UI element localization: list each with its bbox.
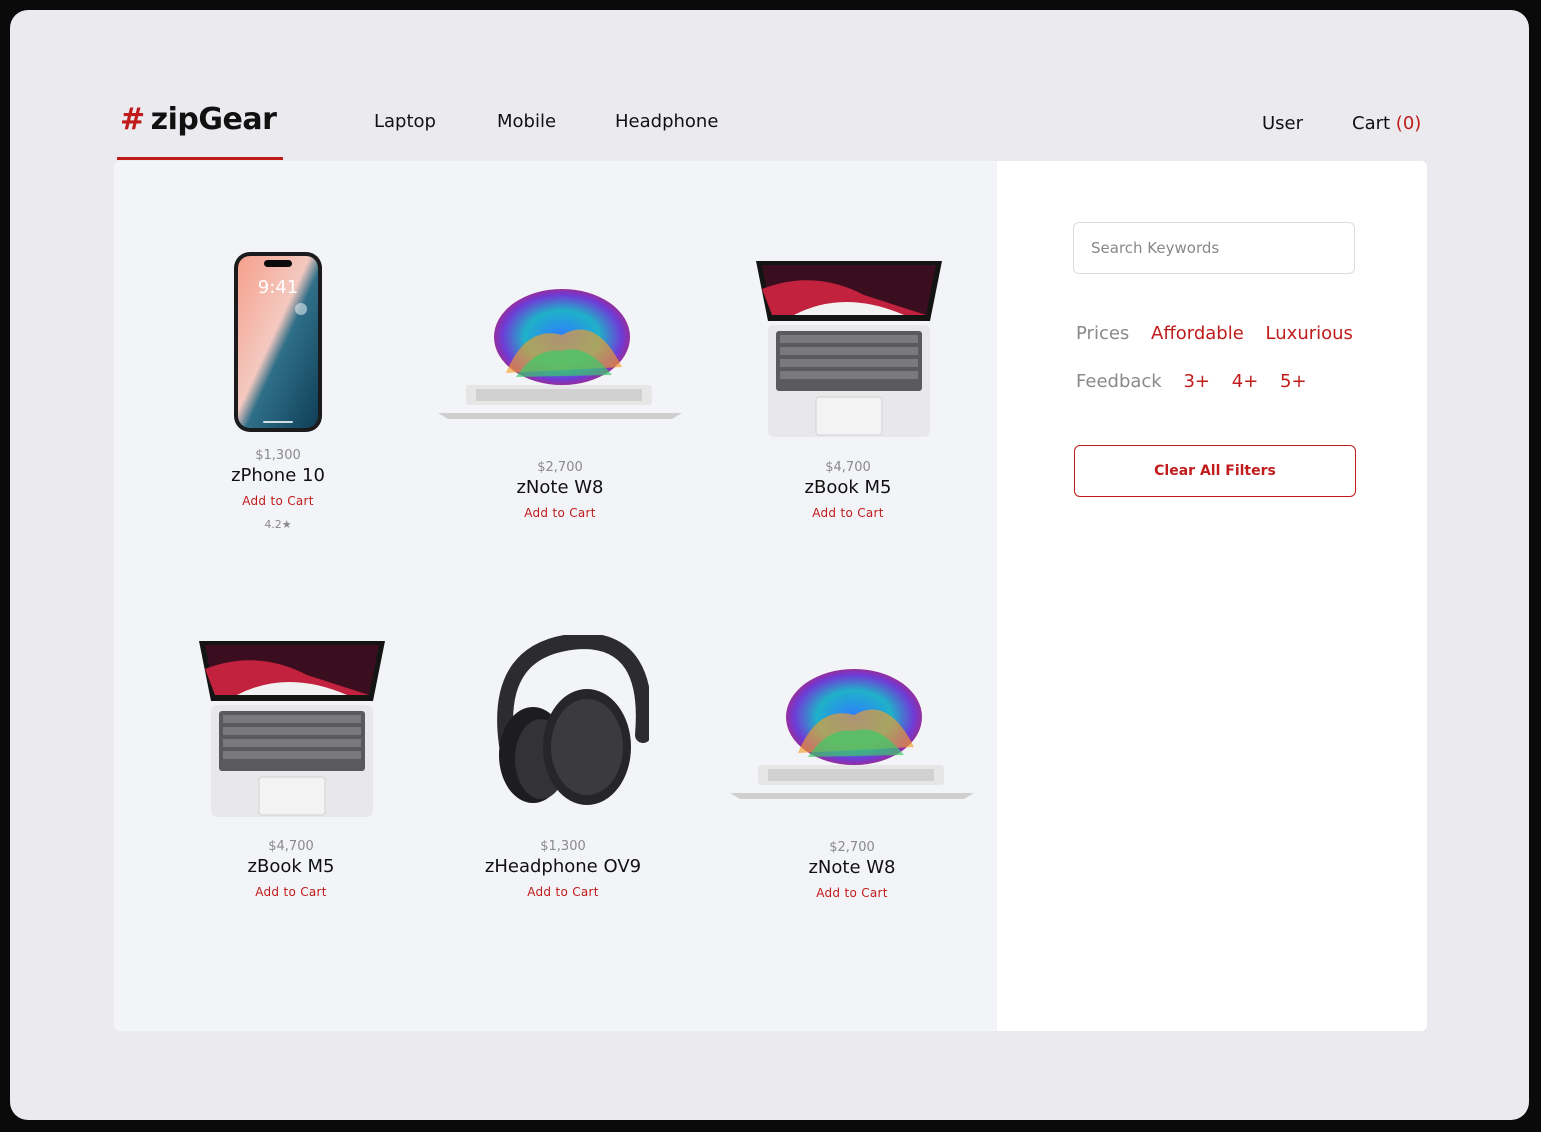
product-name: zPhone 10 xyxy=(231,465,325,486)
app-window: # zipGear Laptop Mobile Headphone User Ca… xyxy=(10,10,1529,1120)
search-input[interactable] xyxy=(1073,222,1355,274)
product-card[interactable]: 9:41 $1,300 zPhone 10 Add to Cart 4.2★ xyxy=(148,241,408,571)
svg-text:9:41: 9:41 xyxy=(258,277,298,298)
laptop-icon xyxy=(199,641,385,817)
filter-sidebar: Prices Affordable Luxurious Feedback 3+ … xyxy=(997,161,1427,1031)
clear-filters-button[interactable]: Clear All Filters xyxy=(1074,445,1356,497)
price-option-luxurious[interactable]: Luxurious xyxy=(1266,323,1353,344)
laptop-icon xyxy=(756,261,942,437)
brand-name: zipGear xyxy=(150,102,277,137)
brand-logo[interactable]: # zipGear xyxy=(120,102,277,137)
product-card[interactable]: $4,700 zBook M5 Add to Cart xyxy=(161,621,421,951)
feedback-label: Feedback xyxy=(1076,371,1162,392)
product-card[interactable]: $4,700 zBook M5 Add to Cart xyxy=(718,241,978,571)
cart-label: Cart xyxy=(1352,113,1391,134)
product-rating: 4.2★ xyxy=(264,518,292,531)
headphone-icon xyxy=(497,635,649,805)
product-card[interactable]: $2,700 zNote W8 Add to Cart xyxy=(722,621,982,951)
product-name: zBook M5 xyxy=(247,856,335,877)
nav-laptop[interactable]: Laptop xyxy=(374,111,436,132)
product-price: $2,700 xyxy=(829,840,875,855)
phone-icon: 9:41 xyxy=(234,252,322,432)
laptop-icon xyxy=(438,289,682,419)
product-name: zBook M5 xyxy=(804,477,892,498)
product-price: $1,300 xyxy=(540,839,586,854)
feedback-option-5[interactable]: 5+ xyxy=(1280,371,1307,392)
feedback-filter: Feedback 3+ 4+ 5+ xyxy=(1076,371,1323,392)
product-name: zNote W8 xyxy=(808,857,896,878)
add-to-cart-button[interactable]: Add to Cart xyxy=(718,506,978,520)
cart-count: (0) xyxy=(1395,113,1422,134)
add-to-cart-button[interactable]: Add to Cart xyxy=(722,886,982,900)
user-link[interactable]: User xyxy=(1262,113,1303,134)
price-filter: Prices Affordable Luxurious xyxy=(1076,323,1369,344)
product-name: zNote W8 xyxy=(516,477,604,498)
add-to-cart-button[interactable]: Add to Cart xyxy=(430,506,690,520)
main-panel: 9:41 $1,300 zPhone 10 Add to Cart 4.2★ $… xyxy=(114,161,1427,1031)
feedback-option-4[interactable]: 4+ xyxy=(1232,371,1259,392)
product-price: $2,700 xyxy=(537,460,583,475)
active-nav-indicator xyxy=(117,157,283,160)
add-to-cart-button[interactable]: Add to Cart xyxy=(161,885,421,899)
product-price: $1,300 xyxy=(255,448,301,463)
product-card[interactable]: $1,300 zHeadphone OV9 Add to Cart xyxy=(433,621,693,951)
add-to-cart-button[interactable]: Add to Cart xyxy=(148,494,408,508)
add-to-cart-button[interactable]: Add to Cart xyxy=(433,885,693,899)
nav-mobile[interactable]: Mobile xyxy=(497,111,556,132)
product-grid: 9:41 $1,300 zPhone 10 Add to Cart 4.2★ $… xyxy=(114,161,997,1031)
cart-link[interactable]: Cart (0) xyxy=(1352,113,1421,134)
product-card[interactable]: $2,700 zNote W8 Add to Cart xyxy=(430,241,690,571)
price-option-affordable[interactable]: Affordable xyxy=(1151,323,1244,344)
laptop-icon xyxy=(730,669,974,799)
product-price: $4,700 xyxy=(825,460,871,475)
product-name: zHeadphone OV9 xyxy=(484,856,642,877)
feedback-option-3[interactable]: 3+ xyxy=(1183,371,1210,392)
brand-hash: # xyxy=(120,102,145,137)
prices-label: Prices xyxy=(1076,323,1130,344)
product-price: $4,700 xyxy=(268,839,314,854)
nav-headphone[interactable]: Headphone xyxy=(615,111,718,132)
